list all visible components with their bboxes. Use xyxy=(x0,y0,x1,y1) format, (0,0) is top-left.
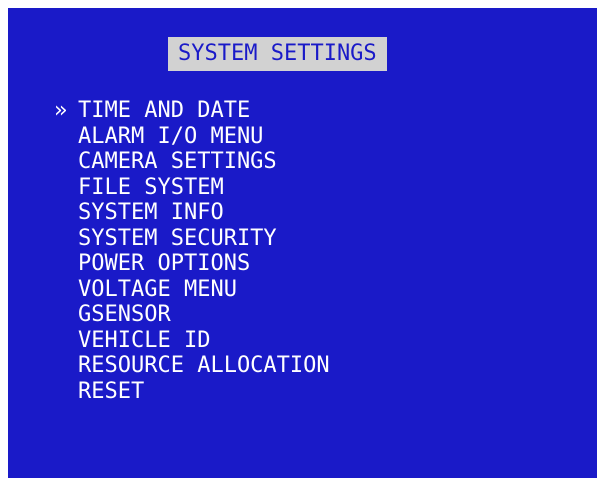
menu-item-label: GSENSOR xyxy=(78,302,171,327)
menu-item-label: CAMERA SETTINGS xyxy=(78,149,277,174)
menu-item-vehicle-id[interactable]: VEHICLE ID xyxy=(54,328,330,354)
menu-item-system-security[interactable]: SYSTEM SECURITY xyxy=(54,226,330,252)
menu-item-label: TIME AND DATE xyxy=(78,98,251,123)
menu-item-label: VEHICLE ID xyxy=(78,327,211,353)
menu-item-alarm-io-menu[interactable]: ALARM I/O MENU xyxy=(54,124,330,150)
menu-item-label: SYSTEM INFO xyxy=(78,200,224,225)
system-settings-menu: » TIME AND DATE ALARM I/O MENU CAMERA SET… xyxy=(54,98,330,404)
menu-item-label: ALARM I/O MENU xyxy=(78,123,264,149)
menu-item-system-info[interactable]: SYSTEM INFO xyxy=(54,200,330,226)
menu-title: SYSTEM SETTINGS xyxy=(168,37,387,71)
menu-item-time-and-date[interactable]: » TIME AND DATE xyxy=(54,98,330,124)
menu-item-resource-allocation[interactable]: RESOURCE ALLOCATION xyxy=(54,353,330,379)
osd-screen: SYSTEM SETTINGS » TIME AND DATE ALARM I/O… xyxy=(8,8,597,478)
menu-item-label: FILE SYSTEM xyxy=(78,174,224,200)
menu-item-reset[interactable]: RESET xyxy=(54,379,330,405)
menu-item-power-options[interactable]: POWER OPTIONS xyxy=(54,251,330,277)
menu-item-label: POWER OPTIONS xyxy=(78,251,251,276)
menu-item-label: RESOURCE ALLOCATION xyxy=(78,353,330,378)
menu-item-label: SYSTEM SECURITY xyxy=(78,225,277,251)
menu-item-file-system[interactable]: FILE SYSTEM xyxy=(54,175,330,201)
menu-item-camera-settings[interactable]: CAMERA SETTINGS xyxy=(54,149,330,175)
selection-cursor-icon: » xyxy=(54,98,68,123)
menu-item-voltage-menu[interactable]: VOLTAGE MENU xyxy=(54,277,330,303)
menu-item-label: VOLTAGE MENU xyxy=(78,276,237,302)
menu-item-gsensor[interactable]: GSENSOR xyxy=(54,302,330,328)
menu-item-label: RESET xyxy=(78,378,145,404)
